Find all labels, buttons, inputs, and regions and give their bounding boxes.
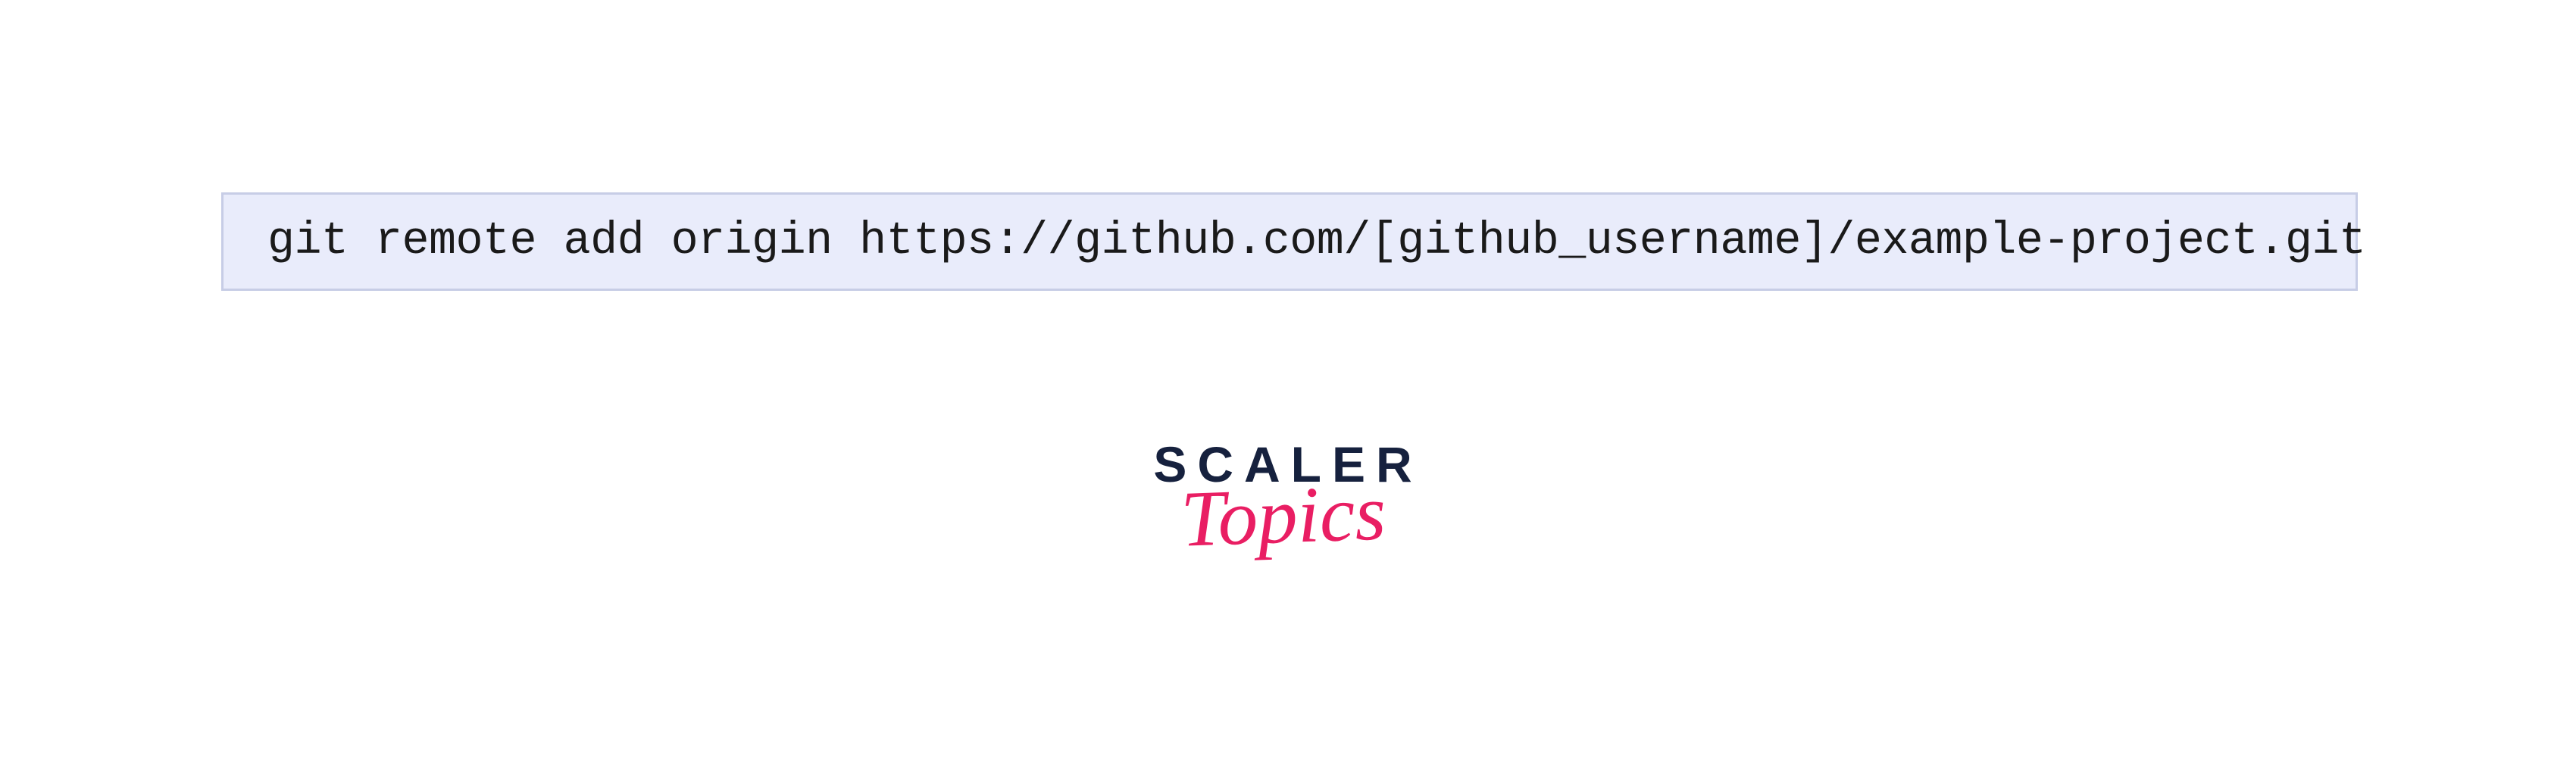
brand-sub-name-text: Topics <box>1180 483 1387 564</box>
code-block: git remote add origin https://github.com… <box>221 192 2358 291</box>
brand-name-text: SCALER <box>1152 439 1424 489</box>
topics-logo-svg: Topics <box>1152 483 1424 582</box>
brand-logo: SCALER Topics <box>1152 439 1424 582</box>
code-command-text: git remote add origin https://github.com… <box>267 216 2365 267</box>
